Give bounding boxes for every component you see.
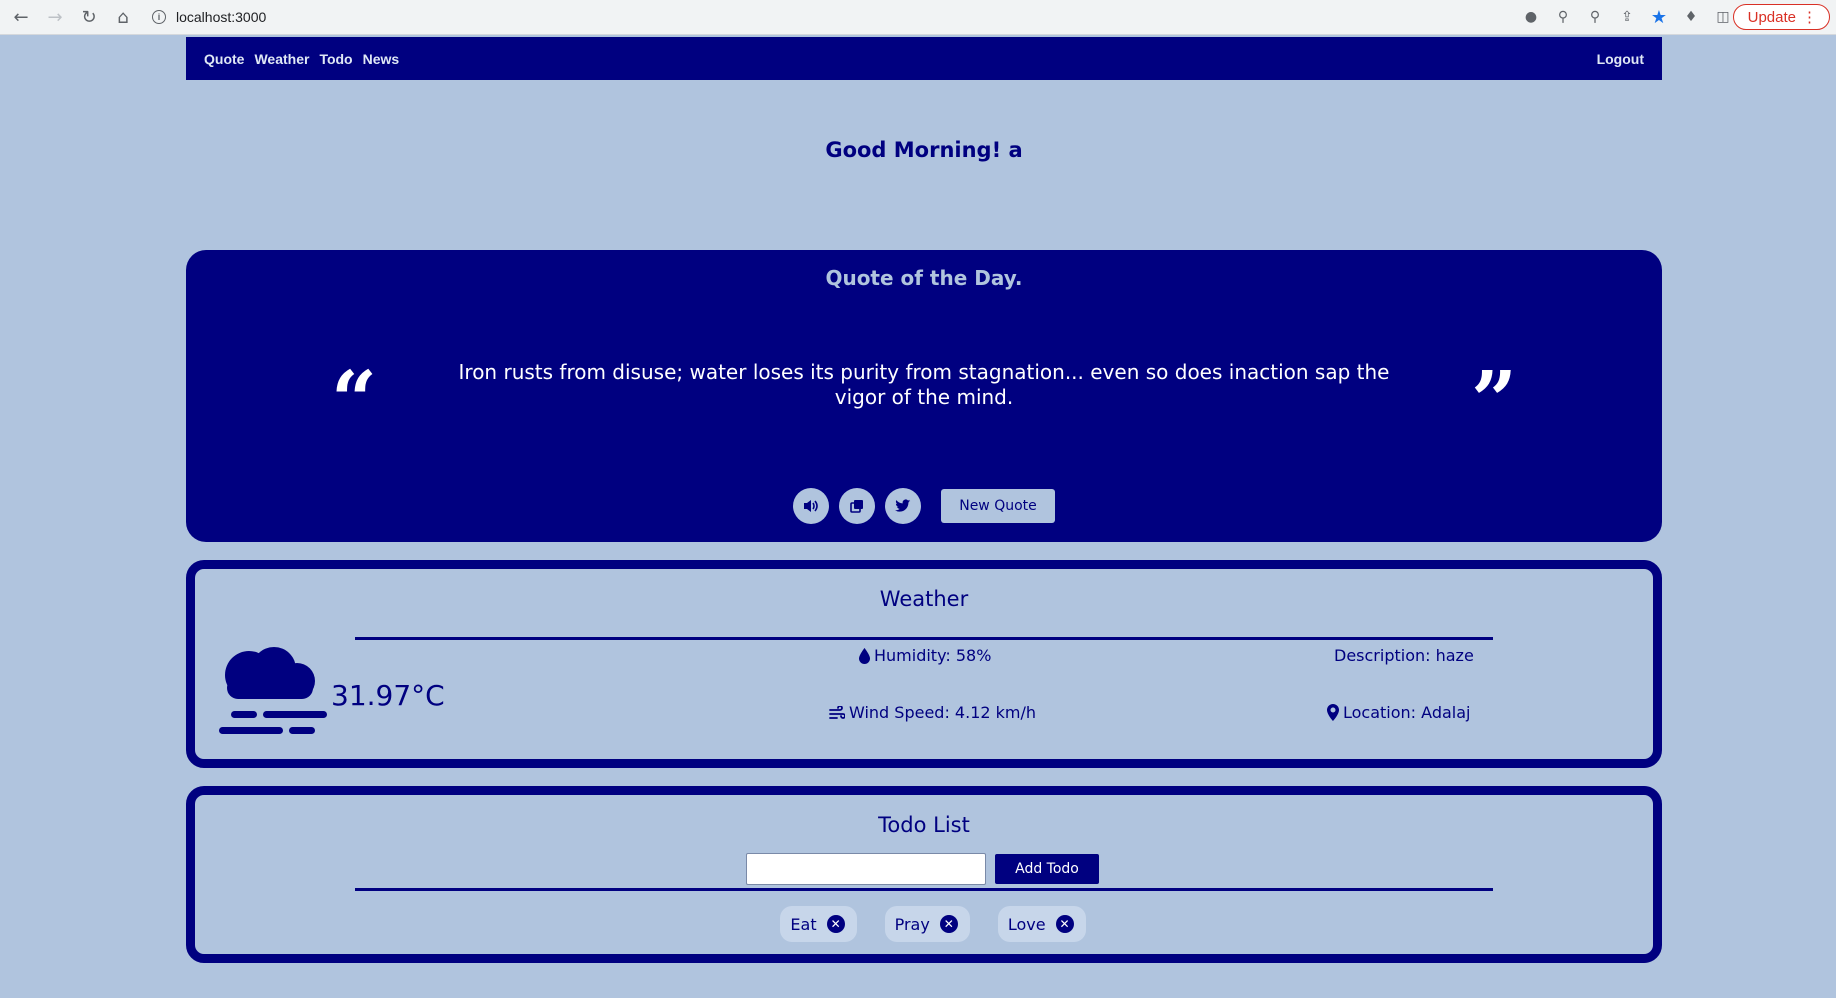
forward-icon[interactable]: → (42, 4, 68, 30)
nav-link-weather[interactable]: Weather (254, 51, 309, 67)
humidity-text: Humidity: 58% (874, 646, 992, 665)
address-bar[interactable]: i localhost:3000 (142, 3, 1494, 31)
logout-link[interactable]: Logout (1597, 51, 1644, 67)
description-text: Description: haze (1334, 646, 1474, 665)
key-icon[interactable]: ⚲ (1552, 6, 1574, 28)
nav-link-quote[interactable]: Quote (204, 51, 244, 67)
weather-divider (355, 637, 1493, 640)
share-icon[interactable]: ⇪ (1616, 6, 1638, 28)
todo-item-label: Eat (790, 914, 817, 934)
site-info-icon[interactable]: i (152, 10, 166, 24)
twitter-icon (895, 499, 911, 512)
weather-heading: Weather (879, 587, 969, 611)
app-navbar: Quote Weather Todo News Logout (186, 37, 1662, 80)
update-label: Update (1747, 8, 1796, 26)
remove-todo-icon[interactable]: ✕ (939, 915, 958, 933)
quote-card: Quote of the Day. “ Iron rusts from disu… (186, 250, 1662, 542)
haze-cloud-icon (219, 647, 327, 734)
bookmark-star-icon[interactable]: ★ (1648, 6, 1670, 28)
wind-row: Wind Speed: 4.12 km/h (829, 703, 1036, 722)
todo-heading: Todo List (878, 813, 970, 837)
todo-item-label: Love (1007, 914, 1046, 934)
location-row: Location: Adalaj (1327, 703, 1470, 722)
update-button[interactable]: Update ⋮ (1732, 4, 1830, 30)
todo-item: Eat ✕ (780, 906, 857, 942)
close-quote-icon: ” (1470, 353, 1517, 447)
todo-divider (355, 888, 1493, 891)
description-row: Description: haze (1334, 646, 1474, 665)
copy-icon (850, 500, 864, 513)
nav-link-news[interactable]: News (363, 51, 400, 67)
wind-icon (829, 705, 845, 719)
open-quote-icon: “ (331, 353, 378, 447)
back-icon[interactable]: ← (8, 4, 34, 30)
location-icon[interactable]: ● (1520, 6, 1542, 28)
droplet-icon (859, 647, 870, 664)
location-pin-icon (1327, 704, 1339, 721)
weather-card: Weather 31.97°C Humidity: 58% Wind Speed… (186, 560, 1662, 768)
new-quote-button[interactable]: New Quote (941, 489, 1055, 523)
remove-todo-icon[interactable]: ✕ (826, 915, 845, 933)
wind-text: Wind Speed: 4.12 km/h (849, 703, 1037, 722)
home-icon[interactable]: ⌂ (110, 4, 136, 30)
more-menu-icon[interactable]: ⋮ (1802, 8, 1817, 26)
speaker-icon (804, 500, 819, 512)
speak-quote-button[interactable] (793, 488, 830, 524)
todo-item-label: Pray (894, 914, 930, 934)
humidity-row: Humidity: 58% (859, 646, 991, 665)
quote-text: Iron rusts from disuse; water loses its … (458, 360, 1390, 409)
greeting-heading: Good Morning! a (825, 138, 1023, 162)
side-panel-icon[interactable]: ◫ (1712, 6, 1734, 28)
todo-item: Love ✕ (997, 906, 1086, 942)
tweet-quote-button[interactable] (885, 488, 922, 524)
extensions-icon[interactable]: ♦ (1680, 6, 1702, 28)
todo-card: Todo List Add Todo Eat ✕ Pray ✕ Love ✕ (186, 786, 1662, 963)
remove-todo-icon[interactable]: ✕ (1055, 915, 1074, 933)
zoom-icon[interactable]: ⚲ (1584, 6, 1606, 28)
copy-quote-button[interactable] (839, 488, 876, 524)
browser-toolbar: ← → ↻ ⌂ i localhost:3000 ● ⚲ ⚲ ⇪ ★ ♦ ◫ U… (0, 0, 1836, 35)
address-text: localhost:3000 (176, 9, 267, 25)
quote-heading: Quote of the Day. (825, 266, 1023, 290)
add-todo-button[interactable]: Add Todo (995, 854, 1099, 884)
temperature-value: 31.97°C (331, 679, 445, 712)
todo-list: Eat ✕ Pray ✕ Love ✕ (195, 906, 1671, 942)
reload-icon[interactable]: ↻ (76, 4, 102, 30)
nav-link-todo[interactable]: Todo (319, 51, 352, 67)
todo-item: Pray ✕ (884, 906, 970, 942)
location-text: Location: Adalaj (1343, 703, 1471, 722)
todo-input[interactable] (746, 853, 986, 885)
